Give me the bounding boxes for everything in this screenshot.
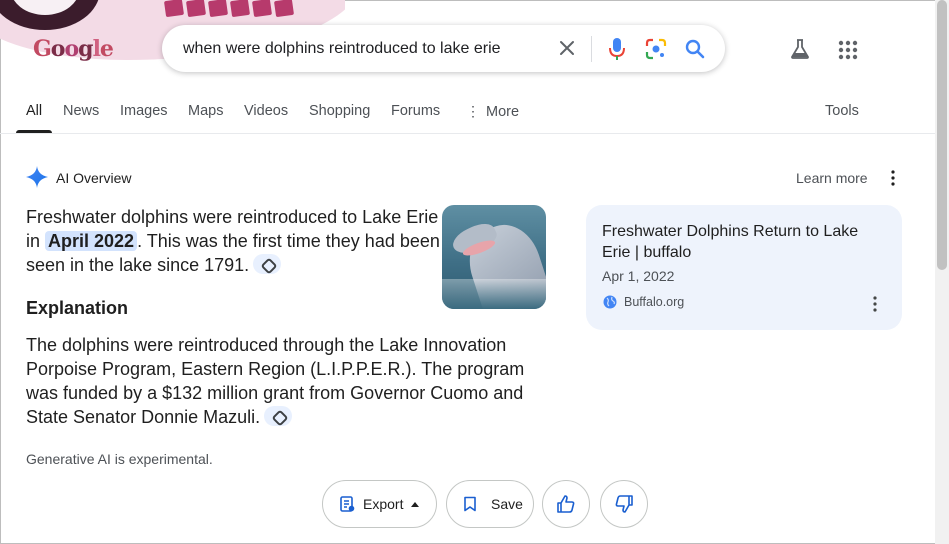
- tools-button[interactable]: Tools: [825, 103, 859, 119]
- dolphin-thumbnail-image[interactable]: [442, 205, 546, 309]
- generative-ai-note: Generative AI is experimental.: [26, 451, 213, 467]
- explanation-paragraph: The dolphins were reintroduced through t…: [26, 333, 551, 429]
- citation-link-icon[interactable]: [253, 254, 282, 274]
- more-vertical-icon: ⋮: [466, 103, 480, 119]
- google-lens-icon[interactable]: [645, 38, 667, 60]
- microphone-icon[interactable]: [608, 37, 626, 61]
- google-doodle-logo[interactable]: Google: [33, 36, 114, 62]
- ai-overview-summary: Freshwater dolphins were reintroduced to…: [26, 205, 441, 277]
- tab-news[interactable]: News: [63, 103, 99, 133]
- save-label: Save: [491, 496, 523, 512]
- apps-grid-icon[interactable]: [838, 40, 858, 60]
- tab-more-label: More: [486, 104, 520, 120]
- export-label: Export: [363, 496, 404, 512]
- search-tabs: All News Images Maps Videos Shopping For…: [15, 103, 859, 133]
- caret-up-icon: [411, 501, 420, 507]
- source-site: Buffalo.org: [624, 295, 685, 309]
- ai-overview-title: AI Overview: [56, 170, 132, 186]
- thumbs-up-icon: [557, 495, 575, 513]
- export-button[interactable]: Export: [322, 480, 437, 528]
- tab-more[interactable]: ⋮ More: [466, 103, 519, 133]
- citation-link-icon[interactable]: [264, 406, 293, 426]
- search-box[interactable]: when were dolphins reintroduced to lake …: [162, 25, 725, 72]
- export-document-icon: [340, 496, 355, 512]
- scrollbar-thumb[interactable]: [937, 0, 947, 270]
- source-options-icon[interactable]: [870, 295, 880, 313]
- page-scrollbar[interactable]: [935, 0, 949, 544]
- bookmark-icon: [464, 496, 476, 512]
- explanation-heading: Explanation: [26, 298, 129, 318]
- clear-icon[interactable]: [558, 39, 576, 57]
- date-highlight: April 2022: [45, 231, 138, 251]
- learn-more-link[interactable]: Learn more: [796, 170, 868, 186]
- labs-flask-icon[interactable]: [789, 38, 811, 60]
- save-button[interactable]: Save: [446, 480, 534, 528]
- tab-all[interactable]: All: [15, 103, 53, 133]
- tab-videos[interactable]: Videos: [244, 103, 288, 133]
- tab-images[interactable]: Images: [120, 103, 168, 133]
- search-divider: [591, 36, 592, 62]
- tabs-divider: [0, 133, 935, 134]
- thumbs-down-button[interactable]: [600, 480, 648, 528]
- gemini-sparkle-icon: [26, 166, 48, 188]
- more-options-icon[interactable]: [888, 169, 898, 187]
- globe-icon: [603, 295, 617, 309]
- source-card[interactable]: Freshwater Dolphins Return to Lake Erie …: [586, 205, 902, 330]
- source-title[interactable]: Freshwater Dolphins Return to Lake Erie …: [602, 221, 872, 263]
- tab-shopping[interactable]: Shopping: [309, 103, 370, 133]
- search-input[interactable]: when were dolphins reintroduced to lake …: [183, 40, 501, 58]
- tab-maps[interactable]: Maps: [188, 103, 223, 133]
- thumbs-down-icon: [615, 495, 633, 513]
- thumbs-up-button[interactable]: [542, 480, 590, 528]
- tab-forums[interactable]: Forums: [391, 103, 440, 133]
- source-date: Apr 1, 2022: [602, 268, 675, 284]
- search-icon[interactable]: [684, 38, 706, 60]
